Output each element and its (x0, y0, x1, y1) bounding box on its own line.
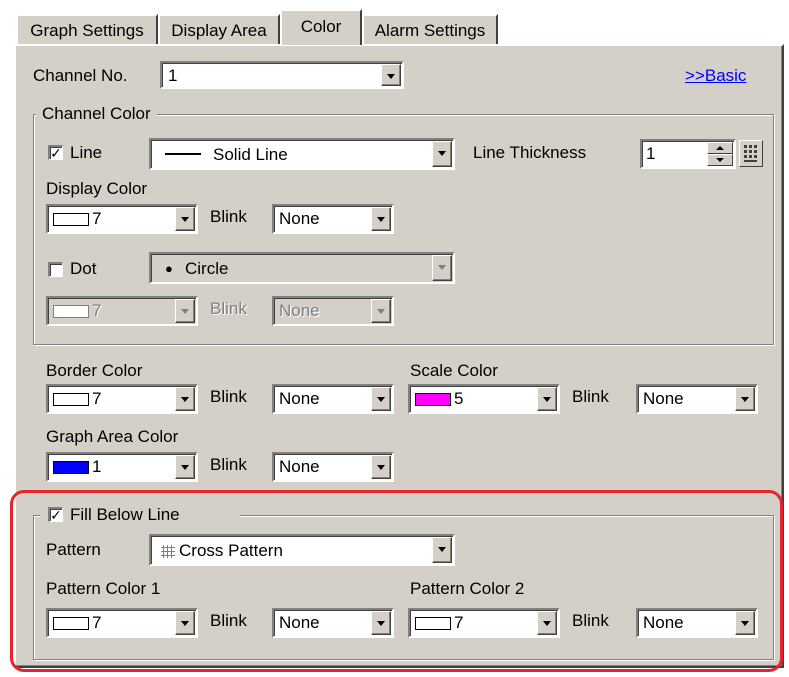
border-color-value: 7 (92, 389, 102, 408)
line-thickness-value: 1 (646, 144, 656, 163)
border-color-select[interactable]: 7 (46, 384, 198, 414)
chevron-down-icon[interactable] (175, 207, 195, 231)
chevron-down-icon[interactable] (371, 299, 391, 323)
channel-no-select[interactable]: 1 (160, 61, 404, 89)
spin-up-button[interactable] (707, 142, 733, 154)
graph-area-color-value: 1 (92, 457, 102, 476)
chevron-down-icon[interactable] (371, 387, 391, 411)
border-color-blink-select[interactable]: None (272, 384, 394, 414)
chevron-down-icon[interactable] (432, 141, 452, 167)
chevron-down-icon[interactable] (371, 455, 391, 479)
dot-label: Dot (70, 259, 97, 278)
border-color-label: Border Color (46, 361, 143, 380)
blink-value: None (279, 301, 320, 320)
tab-display-area[interactable]: Display Area (158, 14, 280, 44)
up-arrow-icon (716, 146, 724, 150)
tab-color[interactable]: Color (280, 9, 362, 45)
channel-color-title: Channel Color (36, 104, 157, 124)
channel-no-label: Channel No. (33, 66, 128, 85)
basic-link[interactable]: >>Basic (685, 66, 746, 86)
dot-color-select[interactable]: 7 (46, 296, 198, 326)
blink-label: Blink (210, 455, 247, 474)
line-thickness-input[interactable]: 1 (640, 139, 736, 169)
dot-style-value: Circle (185, 259, 229, 278)
line-style-select[interactable]: Solid Line (149, 138, 455, 170)
down-arrow-icon (716, 158, 724, 162)
highlight-box (10, 490, 783, 672)
display-color-blink-select[interactable]: None (272, 204, 394, 234)
dot-color-blink-select[interactable]: None (272, 296, 394, 326)
line-checkbox[interactable]: ✓ (48, 145, 63, 160)
chevron-down-icon[interactable] (175, 387, 195, 411)
color-settings-dialog: Graph Settings Display Area Color Alarm … (0, 0, 789, 677)
dot-style-select[interactable]: ● Circle (149, 252, 455, 284)
blink-value: None (643, 389, 684, 408)
solid-line-icon (165, 153, 201, 155)
chevron-down-icon[interactable] (371, 207, 391, 231)
tab-label: Display Area (171, 21, 267, 40)
graph-area-color-select[interactable]: 1 (46, 452, 198, 482)
tab-label: Graph Settings (30, 21, 144, 40)
color-swatch (415, 393, 451, 406)
dot-color-value: 7 (92, 301, 102, 320)
blink-label: Blink (210, 207, 247, 226)
blink-value: None (279, 457, 320, 476)
check-icon: ✓ (50, 145, 62, 161)
tab-alarm-settings[interactable]: Alarm Settings (362, 14, 498, 44)
display-color-select[interactable]: 7 (46, 204, 198, 234)
color-swatch (53, 213, 89, 226)
spin-down-button[interactable] (707, 154, 733, 166)
line-style-value: Solid Line (213, 145, 288, 164)
dot-checkbox[interactable] (48, 262, 63, 277)
graph-area-color-label: Graph Area Color (46, 427, 179, 446)
chevron-down-icon[interactable] (381, 64, 401, 86)
blink-label: Blink (210, 387, 247, 406)
color-swatch (53, 305, 89, 318)
tab-label: Color (300, 17, 342, 36)
graph-area-color-blink-select[interactable]: None (272, 452, 394, 482)
scale-color-label: Scale Color (410, 361, 498, 380)
blink-value: None (279, 389, 320, 408)
blink-label: Blink (210, 299, 247, 318)
color-swatch (53, 461, 89, 474)
channel-no-value: 1 (168, 66, 178, 85)
blink-label: Blink (572, 387, 609, 406)
chevron-down-icon[interactable] (432, 255, 452, 281)
circle-icon: ● (165, 261, 173, 276)
chevron-down-icon[interactable] (537, 387, 557, 411)
tab-graph-settings[interactable]: Graph Settings (16, 14, 158, 44)
line-thickness-label: Line Thickness (473, 143, 587, 162)
tab-label: Alarm Settings (374, 21, 486, 40)
scale-color-value: 5 (454, 389, 464, 408)
display-color-label: Display Color (46, 179, 148, 198)
chevron-down-icon[interactable] (175, 299, 195, 323)
scale-color-blink-select[interactable]: None (636, 384, 758, 414)
keypad-icon (744, 145, 757, 162)
chevron-down-icon[interactable] (735, 387, 755, 411)
chevron-down-icon[interactable] (175, 455, 195, 479)
display-color-value: 7 (92, 209, 102, 228)
line-label: Line (70, 143, 103, 162)
blink-value: None (279, 209, 320, 228)
color-swatch (53, 393, 89, 406)
scale-color-select[interactable]: 5 (408, 384, 560, 414)
keypad-button[interactable] (739, 140, 763, 167)
